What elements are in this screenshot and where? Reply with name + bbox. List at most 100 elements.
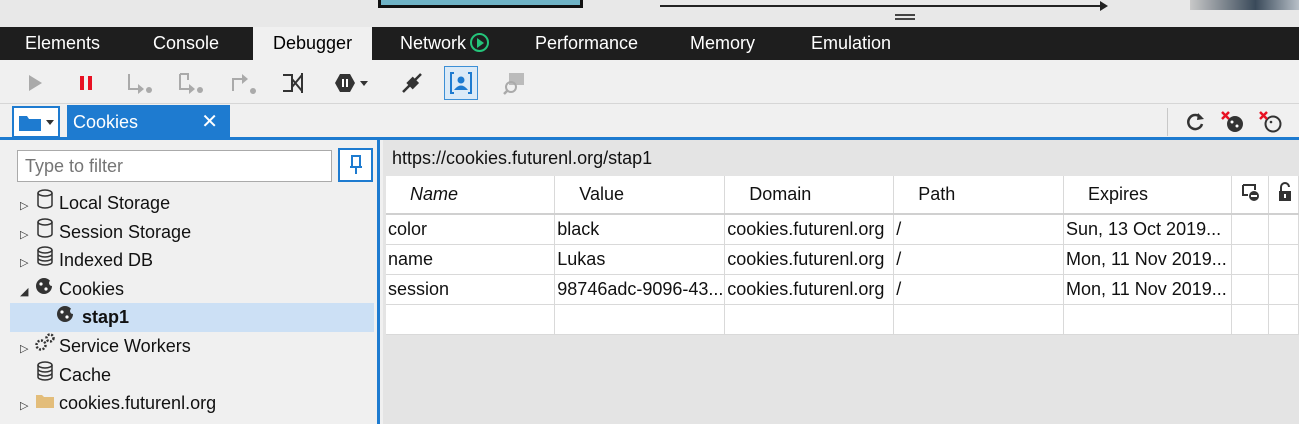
resize-grip[interactable] (895, 14, 915, 20)
tree-item-cookies[interactable]: ◢ Cookies (0, 275, 377, 304)
cookie-icon (34, 275, 56, 303)
table-header-row: Name Value Domain Path Expires (386, 176, 1299, 215)
toolbar-separator (1167, 108, 1168, 136)
cell-empty[interactable] (1268, 304, 1299, 335)
folder-icon (34, 389, 56, 417)
tree-item-local-storage[interactable]: ▷ Local Storage (0, 189, 377, 218)
pin-button[interactable] (338, 148, 373, 182)
step-out-icon[interactable] (228, 68, 258, 98)
cell-empty[interactable] (1063, 304, 1232, 335)
table-row[interactable]: session 98746adc-9096-43... cookies.futu… (386, 274, 1299, 305)
lock-icon (1278, 182, 1291, 201)
cell-domain: cookies.futurenl.org (724, 214, 895, 245)
continue-icon[interactable] (20, 68, 50, 98)
tree-item-label: Local Storage (59, 193, 171, 213)
tree-item-cache[interactable]: Cache (0, 360, 377, 390)
pretty-print-icon[interactable] (499, 68, 529, 98)
cell-httponly (1231, 244, 1269, 275)
exception-behavior-icon[interactable] (332, 68, 372, 98)
page-content-strip (0, 0, 1299, 27)
tree-item-label: cookies.futurenl.org (59, 393, 217, 414)
delete-all-cookies-icon[interactable] (1218, 107, 1248, 137)
tab-memory[interactable]: Memory (670, 27, 775, 60)
tab-debugger[interactable]: Debugger (253, 27, 373, 60)
just-my-code-icon[interactable] (444, 66, 478, 100)
pin-icon (349, 155, 362, 174)
cookies-panel: https://cookies.futurenl.org/stap1 Name … (383, 140, 1299, 424)
tree-item-label: Session Storage (59, 221, 192, 242)
table-row[interactable]: color black cookies.futurenl.org / Sun, … (386, 214, 1299, 245)
page-image-thumbnail (378, 0, 583, 8)
cell-name: color (386, 214, 556, 245)
cell-domain: cookies.futurenl.org (724, 244, 895, 275)
step-over-icon[interactable] (175, 68, 205, 98)
disconnect-debugger-icon[interactable] (397, 68, 427, 98)
chevron-down-icon (45, 120, 54, 125)
cell-value: 98746adc-9096-43... (554, 274, 726, 305)
column-header-expires[interactable]: Expires (1063, 176, 1232, 215)
cell-empty[interactable] (554, 304, 726, 335)
step-into-icon[interactable] (124, 68, 154, 98)
cell-empty[interactable] (386, 304, 556, 335)
cell-expires: Mon, 11 Nov 2019... (1063, 274, 1232, 305)
resource-tree: ▷ Local Storage ▷ Session Storage ▷ Indexed… (0, 189, 377, 418)
page-image-thumbnail-2 (1190, 0, 1299, 10)
tree-item-service-workers[interactable]: ▷ Service Workers (0, 332, 377, 361)
collapse-icon[interactable]: ◢ (20, 278, 34, 306)
cell-expires: Mon, 11 Nov 2019... (1063, 244, 1232, 275)
cell-empty[interactable] (893, 304, 1064, 335)
column-header-secure[interactable] (1268, 176, 1299, 215)
tab-network[interactable]: Network (380, 27, 509, 60)
network-recording-icon (470, 33, 490, 52)
cell-path: / (893, 244, 1064, 275)
gears-icon (34, 332, 56, 360)
cell-secure (1268, 244, 1299, 275)
table-row-new[interactable] (386, 304, 1299, 335)
tree-item-indexed-db[interactable]: ▷ Indexed DB (0, 246, 377, 275)
page-arrow-line (660, 5, 1106, 7)
tree-item-session-storage[interactable]: ▷ Session Storage (0, 217, 377, 249)
break-icon[interactable] (71, 68, 101, 98)
folder-icon (18, 116, 41, 131)
tree-item-stap1[interactable]: stap1 (10, 303, 374, 332)
cell-path: / (893, 274, 1064, 305)
cell-domain: cookies.futurenl.org (724, 274, 895, 305)
column-header-domain[interactable]: Domain (724, 176, 895, 215)
expand-icon[interactable]: ▷ (20, 335, 34, 363)
filter-input[interactable] (17, 150, 332, 182)
http-only-icon (1241, 184, 1259, 201)
refresh-icon[interactable] (1180, 107, 1210, 137)
expand-icon[interactable]: ▷ (20, 249, 34, 277)
tab-emulation[interactable]: Emulation (791, 27, 911, 60)
break-on-new-worker-icon[interactable] (279, 68, 309, 98)
file-tab-cookies[interactable]: Cookies ✕ (67, 105, 230, 140)
tab-elements[interactable]: Elements (5, 27, 120, 60)
cell-expires: Sun, 13 Oct 2019... (1063, 214, 1232, 245)
cell-empty[interactable] (1231, 304, 1269, 335)
tab-performance[interactable]: Performance (515, 27, 658, 60)
cell-httponly (1231, 214, 1269, 245)
column-header-name[interactable]: Name (386, 176, 556, 215)
delete-session-cookies-icon[interactable] (1256, 107, 1286, 137)
column-header-httponly[interactable] (1231, 176, 1269, 215)
cell-empty[interactable] (724, 304, 895, 335)
database-icon (34, 217, 56, 246)
tree-item-domain-folder[interactable]: ▷ cookies.futurenl.org (0, 389, 377, 418)
tab-console[interactable]: Console (133, 27, 239, 60)
cell-secure (1268, 274, 1299, 305)
tree-item-label: Indexed DB (59, 250, 154, 271)
expand-icon[interactable]: ▷ (20, 392, 34, 420)
database-stack-icon (34, 360, 56, 389)
tab-network-label: Network (400, 33, 467, 53)
cell-name: session (386, 274, 556, 305)
tree-item-label: Cookies (59, 278, 125, 299)
expand-icon[interactable]: ▷ (20, 192, 34, 220)
cookie-icon (55, 303, 77, 331)
debugger-toolbar (0, 60, 1299, 104)
open-document-button[interactable] (12, 106, 60, 138)
close-icon[interactable]: ✕ (201, 105, 218, 139)
column-header-value[interactable]: Value (554, 176, 726, 215)
table-row[interactable]: name Lukas cookies.futurenl.org / Mon, 1… (386, 244, 1299, 275)
column-header-path[interactable]: Path (893, 176, 1064, 215)
expand-icon[interactable]: ▷ (20, 221, 34, 249)
